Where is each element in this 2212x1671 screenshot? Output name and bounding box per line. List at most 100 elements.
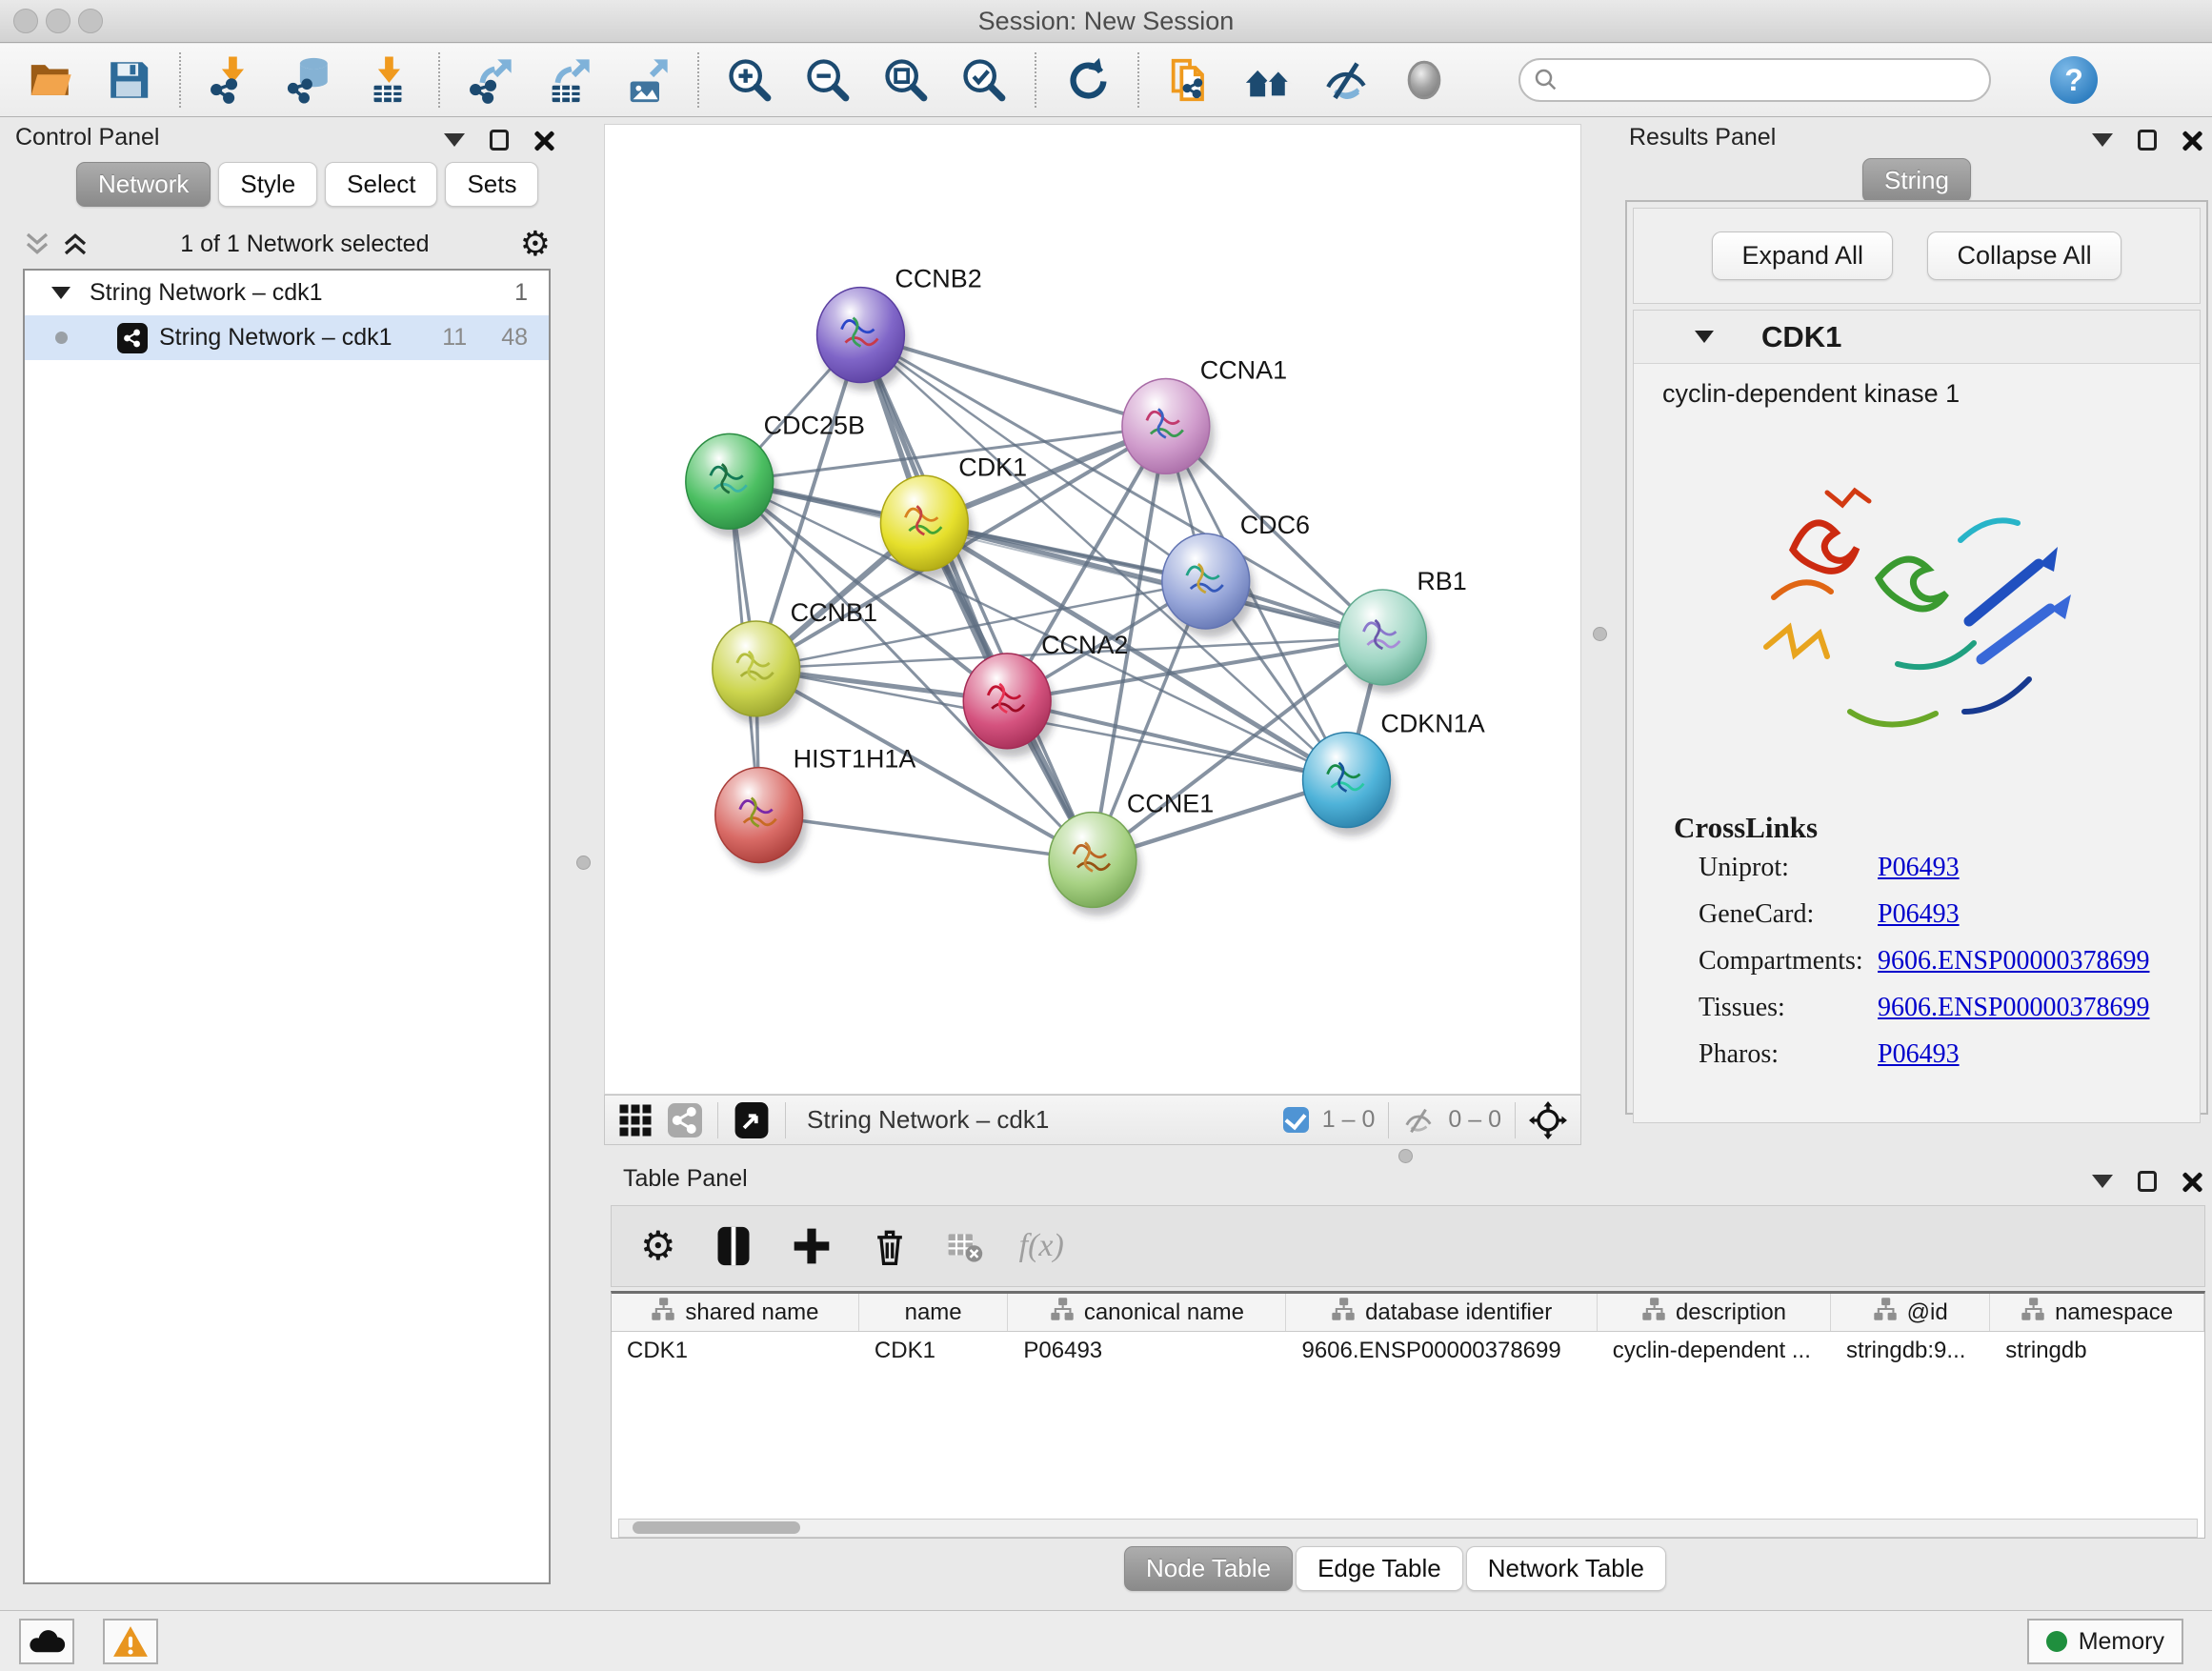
crosslink-link[interactable]: 9606.ENSP00000378699: [1878, 993, 2149, 1023]
right-splitter-handle[interactable]: [1593, 627, 1607, 641]
float-panel-icon[interactable]: [2092, 1175, 2113, 1188]
table-cell[interactable]: CDK1: [859, 1332, 1008, 1370]
float-panel-icon[interactable]: [444, 133, 465, 147]
collection-expand-icon[interactable]: [51, 287, 70, 299]
copy-network-button[interactable]: [1162, 52, 1217, 108]
gene-header[interactable]: CDK1: [1634, 311, 2200, 364]
add-column-icon[interactable]: [791, 1225, 833, 1267]
left-splitter-handle[interactable]: [576, 856, 591, 870]
column-header[interactable]: database identifier: [1286, 1294, 1597, 1331]
crosslink-link[interactable]: 9606.ENSP00000378699: [1878, 946, 2149, 976]
network-edge[interactable]: [1007, 701, 1346, 780]
warnings-button[interactable]: [103, 1619, 158, 1664]
network-node[interactable]: CDC6: [1162, 511, 1310, 637]
close-panel-icon[interactable]: [2182, 130, 2202, 151]
table-cell[interactable]: cyclin-dependent ...: [1598, 1332, 1831, 1370]
memory-button[interactable]: Memory: [2027, 1619, 2183, 1664]
network-collection-row[interactable]: String Network – cdk1 1: [25, 271, 549, 315]
export-table-button[interactable]: [541, 52, 596, 108]
close-panel-icon[interactable]: [533, 130, 554, 151]
expand-all-icon[interactable]: [61, 230, 90, 258]
zoom-selected-button[interactable]: [956, 52, 1012, 108]
network-edge[interactable]: [759, 815, 1093, 860]
zoom-in-button[interactable]: [722, 52, 777, 108]
import-network-file-button[interactable]: [204, 52, 259, 108]
show-all-button[interactable]: [1397, 52, 1452, 108]
tab-string[interactable]: String: [1862, 158, 1971, 203]
table-cell[interactable]: P06493: [1008, 1332, 1286, 1370]
zoom-out-button[interactable]: [800, 52, 855, 108]
delete-column-icon[interactable]: [869, 1225, 911, 1267]
tab-network-table[interactable]: Network Table: [1466, 1546, 1666, 1591]
crosslink-link[interactable]: P06493: [1878, 853, 1960, 883]
import-network-database-button[interactable]: [282, 52, 337, 108]
network-node[interactable]: HIST1H1A: [715, 745, 916, 872]
crosslink-link[interactable]: P06493: [1878, 1039, 1960, 1070]
show-columns-icon[interactable]: [713, 1225, 754, 1267]
column-header[interactable]: name: [859, 1294, 1008, 1331]
bottom-splitter-handle[interactable]: [1398, 1149, 1413, 1163]
pan-crosshair-icon[interactable]: [1529, 1101, 1567, 1139]
hide-selected-button[interactable]: [1318, 52, 1374, 108]
network-node[interactable]: CCNA1: [1122, 355, 1287, 482]
network-options-gear-icon[interactable]: ⚙: [520, 227, 551, 261]
gene-collapse-icon[interactable]: [1695, 331, 1714, 343]
table-row[interactable]: CDK1CDK1P064939606.ENSP00000378699cyclin…: [612, 1332, 2204, 1370]
network-share-icon[interactable]: [668, 1103, 702, 1137]
maximize-panel-icon[interactable]: [2138, 130, 2157, 151]
grid-view-icon[interactable]: [618, 1103, 653, 1137]
maximize-panel-icon[interactable]: [490, 130, 509, 151]
maximize-panel-icon[interactable]: [2138, 1171, 2157, 1192]
column-header[interactable]: canonical name: [1008, 1294, 1286, 1331]
network-node[interactable]: CDKN1A: [1303, 710, 1485, 836]
tab-edge-table[interactable]: Edge Table: [1296, 1546, 1463, 1591]
zoom-fit-button[interactable]: [878, 52, 934, 108]
export-image-button[interactable]: [619, 52, 674, 108]
tab-node-table[interactable]: Node Table: [1124, 1546, 1293, 1591]
close-panel-icon[interactable]: [2182, 1171, 2202, 1192]
collapse-all-button[interactable]: Collapse All: [1927, 232, 2121, 280]
network-edge[interactable]: [924, 523, 1382, 637]
tab-sets[interactable]: Sets: [445, 162, 538, 207]
tab-network[interactable]: Network: [76, 162, 211, 207]
network-edge[interactable]: [860, 335, 1093, 860]
cloud-status-button[interactable]: [19, 1619, 74, 1664]
column-header[interactable]: shared name: [612, 1294, 859, 1331]
column-header[interactable]: description: [1598, 1294, 1831, 1331]
float-panel-icon[interactable]: [2092, 133, 2113, 147]
expand-all-button[interactable]: Expand All: [1712, 232, 1893, 280]
minimize-window-button[interactable]: [46, 9, 70, 33]
search-input[interactable]: [1560, 61, 1989, 99]
open-session-button[interactable]: [23, 52, 78, 108]
refresh-button[interactable]: [1059, 52, 1115, 108]
table-cell[interactable]: stringdb: [1990, 1332, 2204, 1370]
help-button[interactable]: ?: [2050, 56, 2098, 104]
table-cell[interactable]: 9606.ENSP00000378699: [1286, 1332, 1597, 1370]
network-graph[interactable]: CCNB2CCNA1CDC25BCDK1CDC6RB1CCNB1CCNA2CDK…: [605, 125, 1580, 1094]
nested-networks-button[interactable]: [1240, 52, 1296, 108]
table-options-gear-icon[interactable]: ⚙: [640, 1226, 676, 1266]
column-header[interactable]: @id: [1831, 1294, 1990, 1331]
column-header[interactable]: namespace: [1990, 1294, 2204, 1331]
search-field[interactable]: [1518, 58, 1991, 102]
maximize-window-button[interactable]: [78, 9, 103, 33]
selected-checkbox-icon[interactable]: [1283, 1107, 1309, 1133]
network-node[interactable]: RB1: [1338, 567, 1466, 694]
export-network-button[interactable]: [463, 52, 518, 108]
network-node[interactable]: CDK1: [880, 453, 1027, 579]
horizontal-scrollbar[interactable]: [618, 1519, 2198, 1538]
close-window-button[interactable]: [13, 9, 38, 33]
import-table-button[interactable]: [360, 52, 415, 108]
table-cell[interactable]: CDK1: [612, 1332, 859, 1370]
network-row[interactable]: String Network – cdk1 11 48: [25, 315, 549, 360]
network-node[interactable]: CCNB1: [713, 598, 877, 725]
scrollbar-thumb[interactable]: [633, 1521, 800, 1534]
network-node[interactable]: CCNE1: [1049, 790, 1214, 916]
birdseye-view-icon[interactable]: [734, 1102, 770, 1138]
collapse-all-icon[interactable]: [23, 230, 51, 258]
network-node[interactable]: CCNB2: [817, 265, 982, 392]
save-session-button[interactable]: [101, 52, 156, 108]
tab-style[interactable]: Style: [218, 162, 317, 207]
network-canvas[interactable]: CCNB2CCNA1CDC25BCDK1CDC6RB1CCNB1CCNA2CDK…: [604, 124, 1581, 1095]
tab-select[interactable]: Select: [325, 162, 437, 207]
